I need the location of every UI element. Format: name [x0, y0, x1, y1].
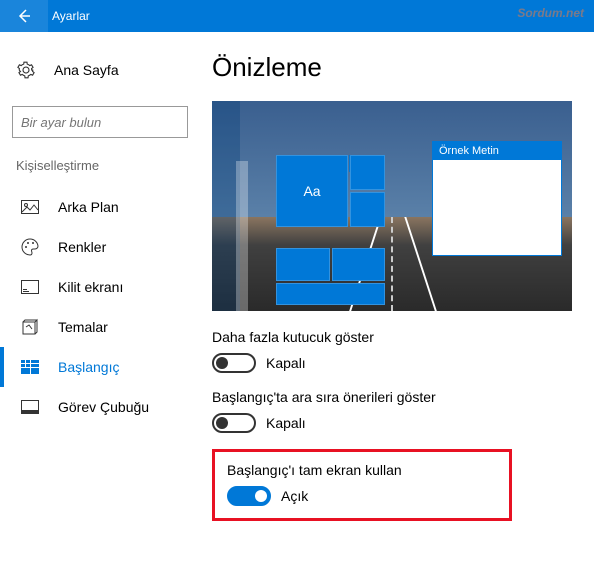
- toggle-suggestions[interactable]: [212, 413, 256, 433]
- preview-tiles: Aa: [276, 155, 376, 305]
- toggle-state: Kapalı: [266, 415, 306, 431]
- back-button[interactable]: [0, 0, 48, 32]
- sidebar-item-label: Renkler: [58, 239, 106, 255]
- picture-icon: [20, 197, 40, 217]
- gear-icon: [16, 60, 36, 80]
- watermark: Sordum.net: [517, 6, 584, 20]
- sidebar-item-label: Arka Plan: [58, 199, 119, 215]
- category-header: Kişiselleştirme: [0, 158, 200, 187]
- sidebar-item-label: Başlangıç: [58, 359, 119, 375]
- preview-box: Aa Örnek Metin: [212, 101, 572, 311]
- home-label: Ana Sayfa: [54, 62, 119, 78]
- main-content: Önizleme Aa Örnek Metin Daha fazla k: [200, 32, 594, 571]
- back-arrow-icon: [16, 8, 32, 24]
- sidebar-item-label: Kilit ekranı: [58, 279, 123, 295]
- setting-label: Daha fazla kutucuk göster: [212, 329, 570, 345]
- sidebar-item-colors[interactable]: Renkler: [0, 227, 200, 267]
- start-icon: [20, 357, 40, 377]
- sidebar-item-start[interactable]: Başlangıç: [0, 347, 200, 387]
- toggle-fullscreen-start[interactable]: [227, 486, 271, 506]
- taskbar-icon: [20, 397, 40, 417]
- lockscreen-icon: [20, 277, 40, 297]
- setting-label: Başlangıç'ta ara sıra önerileri göster: [212, 389, 570, 405]
- search-input[interactable]: [21, 115, 199, 130]
- setting-fullscreen-start: Başlangıç'ı tam ekran kullan Açık: [227, 462, 497, 506]
- home-link[interactable]: Ana Sayfa: [0, 52, 200, 88]
- sidebar-item-label: Görev Çubuğu: [58, 399, 149, 415]
- window-title: Ayarlar: [52, 9, 90, 23]
- sidebar-item-themes[interactable]: Temalar: [0, 307, 200, 347]
- sidebar-item-taskbar[interactable]: Görev Çubuğu: [0, 387, 200, 427]
- sidebar: Ana Sayfa Kişiselleştirme Arka Plan Renk…: [0, 32, 200, 571]
- titlebar: Ayarlar: [0, 0, 594, 32]
- search-box[interactable]: [12, 106, 188, 138]
- setting-suggestions: Başlangıç'ta ara sıra önerileri göster K…: [212, 389, 570, 433]
- toggle-state: Açık: [281, 488, 308, 504]
- preview-tile-big: Aa: [276, 155, 348, 227]
- toggle-state: Kapalı: [266, 355, 306, 371]
- themes-icon: [20, 317, 40, 337]
- setting-label: Başlangıç'ı tam ekran kullan: [227, 462, 497, 478]
- setting-more-tiles: Daha fazla kutucuk göster Kapalı: [212, 329, 570, 373]
- sidebar-item-lockscreen[interactable]: Kilit ekranı: [0, 267, 200, 307]
- sample-window-title: Örnek Metin: [433, 142, 561, 160]
- highlighted-setting: Başlangıç'ı tam ekran kullan Açık: [212, 449, 512, 521]
- sidebar-item-background[interactable]: Arka Plan: [0, 187, 200, 227]
- palette-icon: [20, 237, 40, 257]
- preview-sample-window: Örnek Metin: [432, 141, 562, 256]
- sidebar-item-label: Temalar: [58, 319, 108, 335]
- page-title: Önizleme: [212, 52, 570, 83]
- toggle-more-tiles[interactable]: [212, 353, 256, 373]
